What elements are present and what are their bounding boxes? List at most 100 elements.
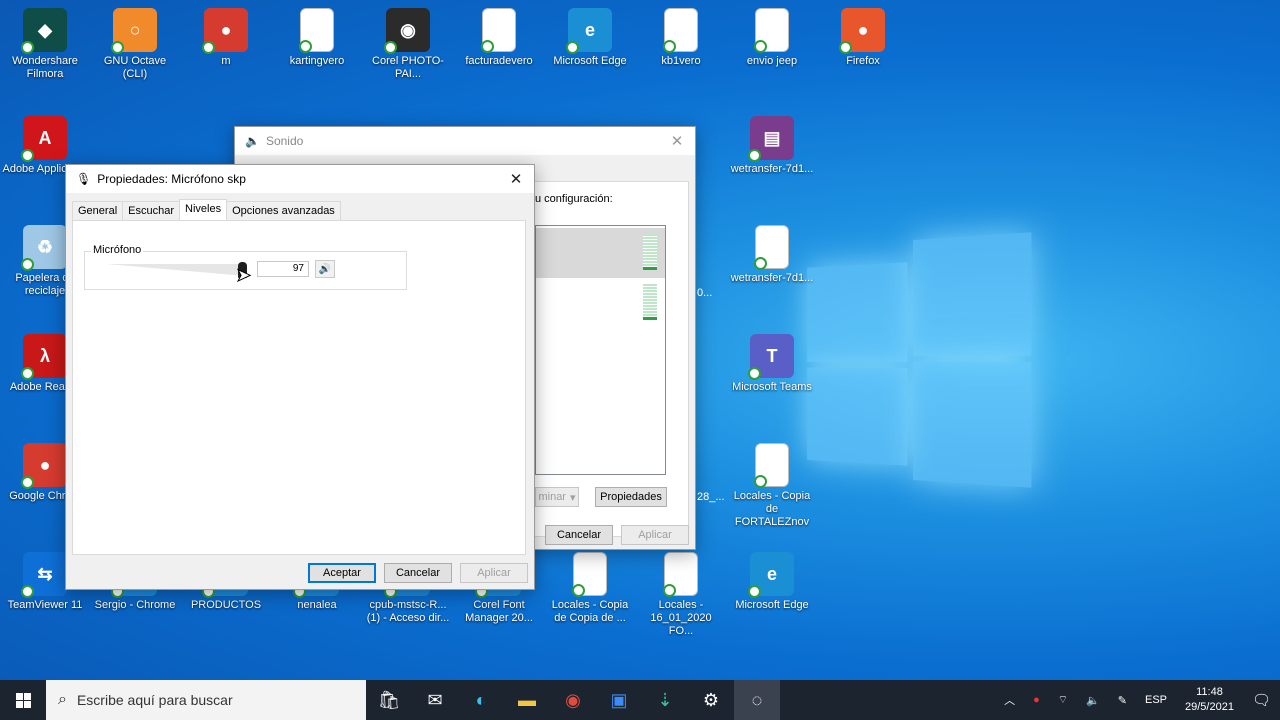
sync-check-icon bbox=[754, 257, 767, 270]
settings-gear-icon[interactable]: ⚙ bbox=[688, 680, 734, 720]
device-row[interactable] bbox=[536, 280, 665, 330]
microphone-group-label: Micrófono bbox=[91, 244, 144, 256]
sync-check-icon bbox=[384, 41, 397, 54]
desktop-icon-label: cpub-mstsc-R... (1) - Acceso dir... bbox=[366, 599, 450, 624]
properties-window-title: Propiedades: Micrófono skp bbox=[97, 172, 246, 186]
desktop-icon[interactable]: kb1vero bbox=[638, 8, 724, 68]
sound-partial-label: 28_... bbox=[697, 491, 725, 503]
cancel-button[interactable]: Cancelar bbox=[384, 563, 452, 583]
sync-check-icon bbox=[21, 41, 34, 54]
volume-icon[interactable]: 🔈 bbox=[1077, 694, 1109, 707]
desktop-app-icon bbox=[663, 552, 698, 597]
chevron-down-icon: ▾ bbox=[569, 491, 576, 504]
desktop-app-icon: ○ bbox=[111, 8, 157, 54]
desktop-icon[interactable]: Locales - 16_01_2020 FO... bbox=[638, 552, 724, 638]
mute-speaker-button[interactable]: 🔊 bbox=[315, 260, 335, 278]
desktop-icon[interactable]: ▤ wetransfer-7d1... bbox=[729, 116, 815, 176]
sync-check-icon bbox=[748, 585, 761, 598]
mail-taskbar-icon[interactable]: ✉ bbox=[412, 680, 458, 720]
desktop-icon-label: Corel PHOTO-PAI... bbox=[372, 55, 444, 80]
desktop-icon[interactable]: ● m bbox=[183, 8, 269, 68]
chrome-taskbar-icon[interactable]: ◉ bbox=[550, 680, 596, 720]
sync-check-icon bbox=[566, 41, 579, 54]
search-placeholder: Escribe aquí para buscar bbox=[76, 692, 233, 708]
start-button[interactable] bbox=[0, 680, 46, 720]
desktop-app-icon: ● bbox=[202, 8, 248, 54]
sound-apply-button[interactable]: Aplicar bbox=[621, 525, 689, 545]
sync-check-icon bbox=[21, 258, 34, 271]
desktop-icon[interactable]: ● Firefox bbox=[820, 8, 906, 68]
sync-check-icon bbox=[21, 585, 34, 598]
level-slider[interactable] bbox=[106, 262, 247, 278]
desktop-icon[interactable]: facturadevero bbox=[456, 8, 542, 68]
desktop-icon-label: Locales - Copia de Copia de ... bbox=[551, 599, 629, 624]
desktop-icon-label: envio jeep bbox=[746, 55, 798, 67]
sync-check-icon bbox=[111, 41, 124, 54]
properties-close-button[interactable]: ✕ bbox=[506, 170, 526, 188]
desktop-icon-label: wetransfer-7d1... bbox=[730, 163, 814, 175]
notification-center-icon[interactable]: 🗨 bbox=[1243, 691, 1280, 709]
system-tray: ︿ ● ⌔ 🔈 ✎ ESP 11:48 29/5/2021 🗨 bbox=[995, 680, 1280, 720]
desktop-icon-label: GNU Octave (CLI) bbox=[103, 55, 167, 80]
taskbar-search[interactable]: ⌕ Escribe aquí para buscar bbox=[46, 680, 366, 720]
apply-button[interactable]: Aplicar bbox=[460, 563, 528, 583]
sync-check-icon bbox=[21, 149, 34, 162]
wifi-icon[interactable]: ⌔ bbox=[1049, 693, 1077, 707]
desktop-app-icon bbox=[299, 8, 334, 53]
desktop-icon[interactable]: T Microsoft Teams bbox=[729, 334, 815, 394]
taskbar: ⌕ Escribe aquí para buscar 🛍 ✉ ◐ ▬ ◉ ▣ ⇣… bbox=[0, 680, 1280, 720]
desktop-icon[interactable]: envio jeep bbox=[729, 8, 815, 68]
desktop-icon-label: facturadevero bbox=[465, 55, 533, 67]
search-icon: ⌕ bbox=[58, 691, 67, 708]
sync-check-icon bbox=[481, 40, 494, 53]
device-row-selected[interactable] bbox=[536, 228, 665, 278]
sync-check-icon bbox=[748, 367, 761, 380]
clock[interactable]: 11:48 29/5/2021 bbox=[1176, 685, 1243, 715]
sync-check-icon bbox=[572, 584, 585, 597]
desktop-app-icon: e bbox=[748, 552, 794, 598]
desktop-app-icon: ◉ bbox=[384, 8, 430, 54]
zoom-taskbar-icon[interactable]: ▣ bbox=[596, 680, 642, 720]
store-taskbar-icon[interactable]: 🛍 bbox=[366, 680, 412, 720]
sound-cancel-button[interactable]: Cancelar bbox=[545, 525, 613, 545]
desktop-icon-label: m bbox=[221, 55, 231, 67]
chevron-up-icon[interactable]: ︿ bbox=[995, 692, 1024, 708]
sound-close-button[interactable]: ✕ bbox=[667, 132, 687, 150]
properties-button[interactable]: Propiedades bbox=[595, 487, 667, 507]
edge-taskbar-icon[interactable]: ◐ bbox=[458, 680, 504, 720]
clock-time: 11:48 bbox=[1196, 686, 1223, 698]
mic-properties-window[interactable]: 🎙 Propiedades: Micrófono skp ✕ General E… bbox=[65, 164, 535, 590]
pen-icon[interactable]: ✎ bbox=[1109, 694, 1136, 707]
file-explorer-taskbar-icon[interactable]: ▬ bbox=[504, 680, 550, 720]
sync-check-icon bbox=[748, 149, 761, 162]
sound-device-list[interactable] bbox=[535, 225, 666, 475]
filmora-taskbar-icon[interactable]: ⇣ bbox=[642, 680, 688, 720]
level-value-field[interactable]: 97 bbox=[257, 261, 309, 277]
sound-window-title: Sonido bbox=[265, 134, 304, 148]
sync-check-icon bbox=[21, 367, 34, 380]
desktop-icon[interactable]: ◆ Wondershare Filmora bbox=[2, 8, 88, 81]
desktop-icon-label: nenalea bbox=[297, 599, 337, 611]
desktop-app-icon: ◆ bbox=[21, 8, 67, 54]
language-indicator[interactable]: ESP bbox=[1136, 694, 1176, 706]
desktop-icon[interactable]: Locales - Copia de Copia de ... bbox=[547, 552, 633, 625]
slider-ramp bbox=[106, 264, 246, 276]
desktop-app-icon: T bbox=[748, 334, 794, 380]
desktop-icon[interactable]: e Microsoft Edge bbox=[729, 552, 815, 612]
desktop-icon[interactable]: e Microsoft Edge bbox=[547, 8, 633, 68]
desktop-app-icon bbox=[481, 8, 516, 53]
desktop-icon-label: Locales - Copia de FORTALEZnov bbox=[733, 490, 811, 528]
desktop-icon[interactable]: ○ GNU Octave (CLI) bbox=[92, 8, 178, 81]
desktop-app-icon: A bbox=[21, 116, 67, 162]
sync-check-icon bbox=[839, 41, 852, 54]
sound-taskbar-icon[interactable]: ◌ bbox=[734, 680, 780, 720]
record-icon[interactable]: ● bbox=[1024, 694, 1049, 706]
desktop-app-icon: ● bbox=[21, 443, 67, 489]
desktop-icon[interactable]: ◉ Corel PHOTO-PAI... bbox=[365, 8, 451, 81]
desktop-icon[interactable]: Locales - Copia de FORTALEZnov bbox=[729, 443, 815, 529]
set-default-dropdown[interactable]: minar ▾ bbox=[535, 487, 579, 507]
desktop-icon[interactable]: wetransfer-7d1... bbox=[729, 225, 815, 285]
tab-niveles[interactable]: Niveles bbox=[179, 199, 228, 221]
desktop-icon[interactable]: kartingvero bbox=[274, 8, 360, 68]
ok-button[interactable]: Aceptar bbox=[308, 563, 376, 583]
